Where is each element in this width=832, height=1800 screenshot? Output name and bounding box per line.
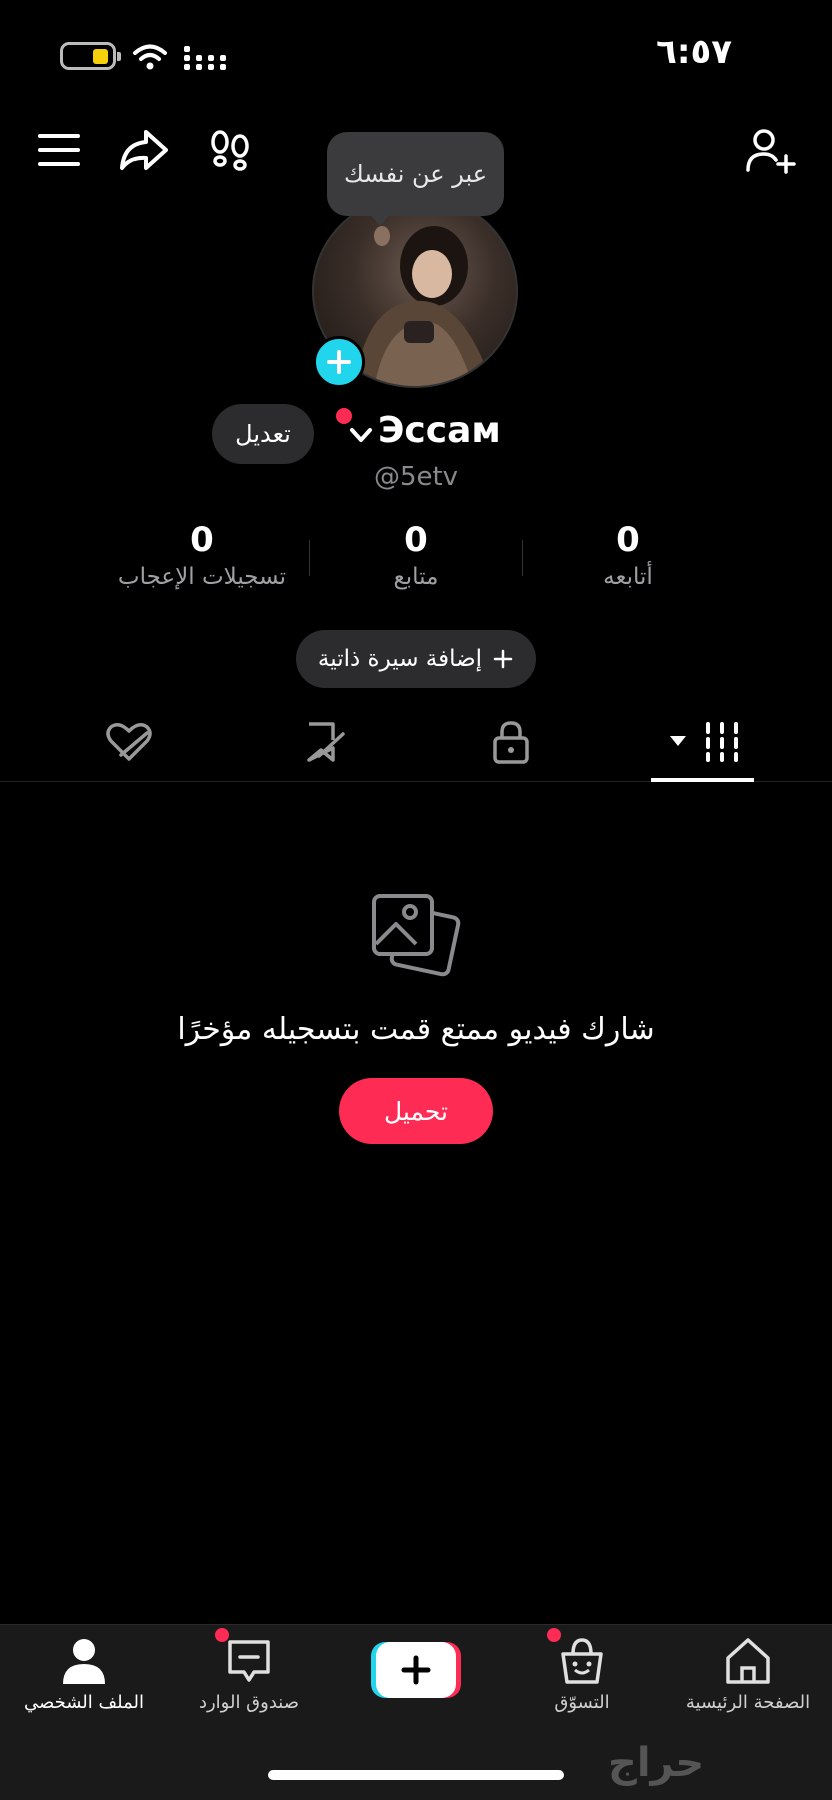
followers-stat[interactable]: 0 متابع [296, 520, 536, 590]
tab-favorites[interactable] [278, 712, 368, 772]
inbox-icon [228, 1640, 270, 1682]
display-name[interactable]: Эссам [378, 410, 501, 451]
tooltip-tail [368, 212, 392, 226]
liked-hidden-icon [106, 723, 152, 761]
profile-icon [63, 1639, 105, 1684]
lock-icon [493, 721, 529, 764]
add-bio-label: إضافة سيرة ذاتية [317, 646, 483, 672]
nav-shop[interactable]: التسوّق [502, 1636, 662, 1713]
watermark-logo: حراج [608, 1740, 705, 1786]
nav-shop-label: التسوّق [554, 1692, 610, 1713]
chevron-down-icon[interactable] [346, 420, 376, 450]
followers-count: 0 [404, 520, 428, 560]
nav-profile-label: الملف الشخصي [24, 1692, 144, 1713]
nav-profile[interactable]: الملف الشخصي [4, 1636, 164, 1713]
home-icon [726, 1638, 770, 1684]
active-tab-indicator [651, 778, 754, 782]
following-stat[interactable]: 0 أتابعه [508, 520, 748, 590]
tab-videos[interactable] [656, 712, 756, 772]
likes-stat[interactable]: 0 تسجيلات الإعجاب [82, 520, 322, 590]
videos-grid-icon [670, 722, 738, 762]
empty-state-message: شارك فيديو ممتع قمت بتسجيله مؤخرًا [177, 1012, 655, 1047]
upload-button[interactable]: تحميل [339, 1078, 493, 1144]
plus-icon [493, 649, 513, 669]
nav-home[interactable]: الصفحة الرئيسية [668, 1636, 828, 1713]
create-button[interactable] [371, 1640, 461, 1700]
likes-count: 0 [190, 520, 214, 560]
likes-label: تسجيلات الإعجاب [117, 564, 287, 590]
tab-liked[interactable] [84, 712, 174, 772]
add-avatar-button[interactable] [313, 336, 365, 388]
add-bio-button[interactable]: إضافة سيرة ذاتية [296, 630, 536, 688]
footprints-icon[interactable] [202, 122, 258, 178]
username-handle: @5etv [373, 462, 459, 492]
share-icon[interactable] [116, 122, 172, 178]
add-friend-icon[interactable] [742, 122, 798, 178]
wifi-icon [133, 44, 167, 70]
edit-profile-button[interactable]: تعديل [212, 404, 314, 464]
shopping-bag-icon [561, 1638, 603, 1684]
signal-icon [184, 46, 226, 70]
nav-home-label: الصفحة الرئيسية [685, 1692, 811, 1713]
photos-icon [372, 894, 461, 977]
bio-tooltip[interactable]: عبر عن نفسك [327, 132, 504, 216]
nav-inbox-label: صندوق الوارد [198, 1692, 300, 1713]
battery-icon [60, 42, 121, 70]
followers-label: متابع [393, 564, 439, 590]
status-time: ٦:٥٧ [656, 32, 732, 72]
bookmark-hidden-icon [307, 722, 345, 762]
following-label: أتابعه [603, 564, 653, 590]
nav-inbox[interactable]: صندوق الوارد [169, 1636, 329, 1713]
tab-private[interactable] [466, 712, 556, 772]
following-count: 0 [616, 520, 640, 560]
menu-icon[interactable] [32, 122, 88, 178]
home-indicator[interactable] [268, 1770, 564, 1780]
